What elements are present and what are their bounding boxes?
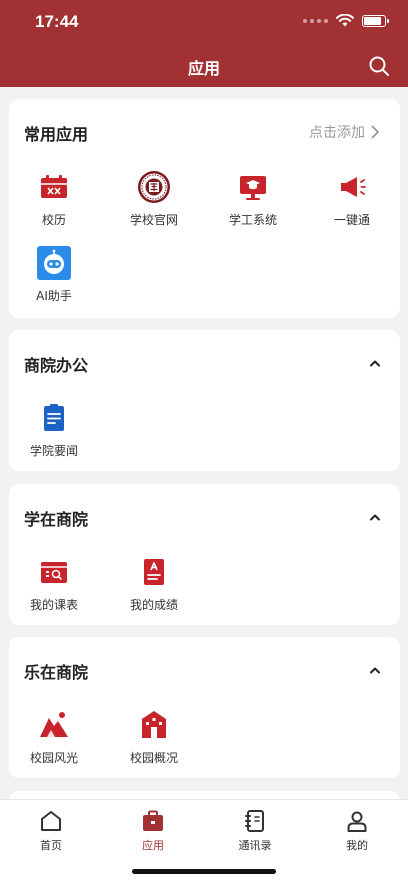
tab-home[interactable]: 首页 (11, 808, 91, 853)
app-label: 我的课表 (29, 598, 78, 612)
profile-icon (347, 811, 367, 832)
grade-report-icon (144, 559, 164, 585)
office-title: 商院办公 (24, 356, 89, 375)
wifi-icon (336, 14, 354, 27)
study-card: 学在商院 我的课表 我的成绩 (9, 484, 400, 625)
timetable-icon (41, 562, 67, 583)
common-apps-title: 常用应用 (24, 125, 89, 144)
battery-icon (362, 14, 389, 27)
school-emblem-icon (138, 171, 170, 203)
tab-label: 应用 (142, 839, 164, 852)
app-label: 校历 (41, 213, 66, 227)
contacts-book-icon (245, 810, 264, 832)
status-icons (303, 14, 389, 27)
tab-profile[interactable]: 我的 (317, 808, 397, 853)
app-student-affairs[interactable]: 学工系统 (208, 170, 298, 228)
office-card: 商院办公 学院要闻 (9, 330, 400, 471)
home-indicator (132, 869, 276, 874)
scenery-mountain-icon (40, 712, 68, 737)
page-title: 应用 (187, 59, 220, 78)
life-title: 乐在商院 (24, 663, 89, 682)
app-ai-assistant[interactable]: AI助手 (9, 246, 99, 304)
add-app-label: 点击添加 (309, 125, 365, 141)
signal-icon (303, 18, 328, 23)
app-campus-scenery[interactable]: 校园风光 (9, 708, 99, 766)
ai-robot-icon (37, 246, 71, 280)
news-document-icon (44, 404, 64, 431)
tab-apps[interactable]: 应用 (113, 808, 193, 853)
tab-label: 通讯录 (238, 839, 272, 852)
chevron-right-icon (371, 125, 379, 139)
app-label: 学校官网 (129, 213, 178, 227)
chevron-up-icon[interactable] (368, 663, 382, 677)
app-one-click[interactable]: 一键通 (307, 170, 397, 228)
student-affairs-monitor-icon (240, 176, 266, 200)
app-college-news[interactable]: 学院要闻 (9, 401, 99, 459)
app-campus-overview[interactable]: 校园概况 (109, 708, 199, 766)
app-calendar[interactable]: 校历 (9, 170, 99, 228)
app-label: 我的成绩 (129, 598, 178, 612)
app-label: 校园风光 (29, 751, 78, 765)
app-timetable[interactable]: 我的课表 (9, 555, 99, 613)
tab-label: 我的 (346, 839, 368, 852)
chevron-up-icon[interactable] (368, 356, 382, 370)
calendar-icon (41, 175, 67, 198)
study-title: 学在商院 (24, 510, 89, 529)
app-label: 学工系统 (228, 213, 277, 227)
life-card: 乐在商院 校园风光 校园概况 (9, 637, 400, 778)
add-app-link[interactable]: 点击添加 (309, 122, 380, 142)
apps-briefcase-icon (143, 810, 163, 831)
app-label: AI助手 (36, 289, 72, 303)
app-label: 一键通 (333, 213, 370, 227)
app-grades[interactable]: 我的成绩 (109, 555, 199, 613)
chevron-up-icon[interactable] (368, 510, 382, 524)
megaphone-icon (341, 177, 366, 197)
campus-building-icon (142, 711, 166, 738)
app-label: 校园概况 (129, 751, 178, 765)
common-apps-card: 常用应用 点击添加 校历 学校官网 学工系统 一键通 AI助手 (9, 99, 400, 318)
app-label: 学院要闻 (29, 444, 78, 458)
tab-contacts[interactable]: 通讯录 (215, 808, 295, 853)
status-time: 17:44 (35, 12, 79, 31)
app-school-website[interactable]: 学校官网 (109, 170, 199, 228)
tab-label: 首页 (40, 839, 62, 852)
search-icon[interactable] (368, 55, 390, 77)
home-icon (41, 811, 61, 831)
app-header: 17:44 应用 (0, 0, 408, 87)
